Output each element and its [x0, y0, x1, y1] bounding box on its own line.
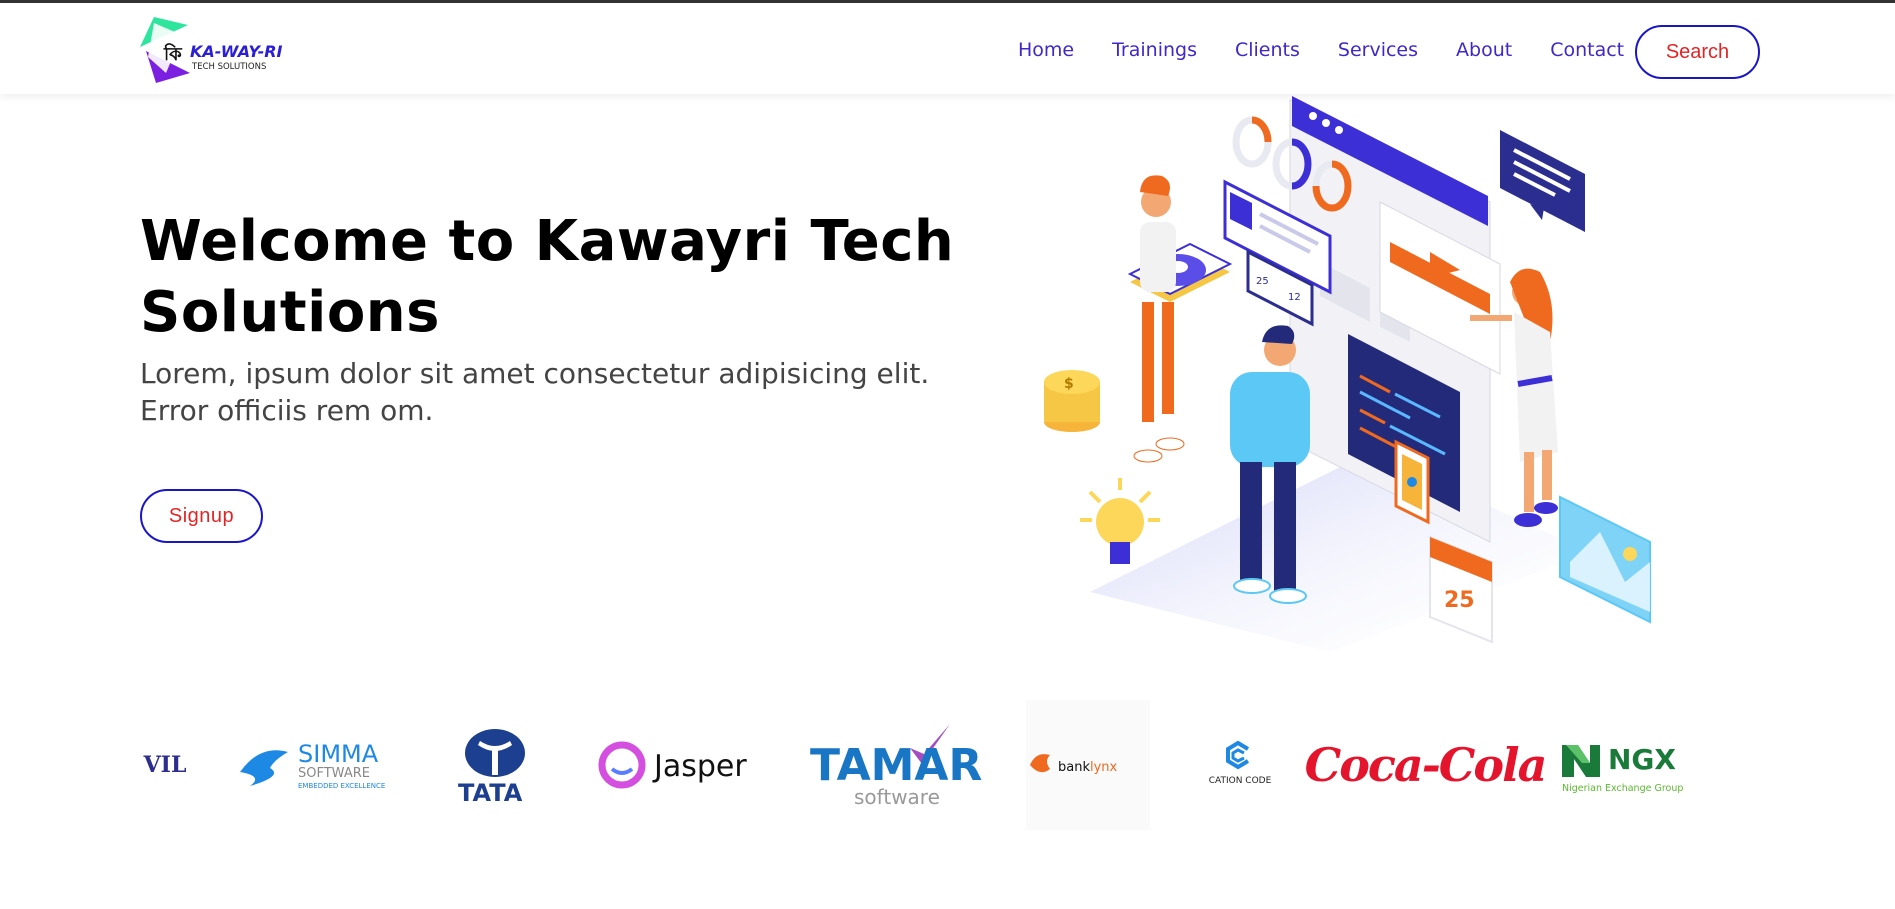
nav-trainings[interactable]: Trainings [1112, 39, 1197, 61]
lightbulb-icon [1080, 478, 1160, 564]
svg-text:EMBEDDED EXCELLENCE: EMBEDDED EXCELLENCE [298, 782, 385, 790]
main-nav: Home Trainings Clients Services About Co… [1018, 39, 1662, 61]
chat-bubble-icon [1500, 130, 1585, 232]
svg-text:SOFTWARE: SOFTWARE [298, 766, 370, 781]
search-button[interactable]: Search [1635, 25, 1760, 79]
cationcode-logo-icon: CATION CODE [1209, 740, 1272, 786]
nav-about[interactable]: About [1456, 39, 1512, 61]
hero-subtitle: Lorem, ipsum dolor sit amet consectetur … [140, 357, 930, 427]
ngx-logo-icon: NGX Nigerian Exchange Group [1562, 743, 1683, 794]
nav-contact[interactable]: Contact [1550, 39, 1624, 61]
svg-text:software: software [854, 785, 940, 809]
client-logo-banklynx[interactable]: banklynx [1026, 700, 1150, 830]
phone-icon [1394, 439, 1430, 525]
nav-clients[interactable]: Clients [1235, 39, 1300, 61]
client-logo-partial[interactable]: VIL [140, 700, 190, 830]
person-left [1133, 175, 1185, 463]
navbar: কি KA-WAY-RI TECH SOLUTIONS Home Trainin… [0, 3, 1895, 94]
client-logo-tata[interactable]: TATA [450, 700, 540, 830]
client-logos: VIL SIMMA SOFTWARE EMBEDDED EXCELLENCE T… [140, 700, 1760, 830]
signup-button[interactable]: Signup [140, 489, 263, 543]
svg-text:TATA: TATA [458, 779, 523, 805]
svg-text:NGX: NGX [1608, 743, 1676, 776]
client-logo-tamar[interactable]: TAMAR software [810, 700, 1010, 830]
tata-logo-icon: TATA [458, 729, 525, 805]
logo-icon: কি KA-WAY-RI TECH SOLUTIONS [140, 17, 283, 83]
nav-services[interactable]: Services [1338, 39, 1418, 61]
svg-text:TECH SOLUTIONS: TECH SOLUTIONS [191, 62, 266, 72]
client-logo-cationcode[interactable]: CATION CODE [1190, 700, 1290, 830]
simma-logo-icon: SIMMA SOFTWARE EMBEDDED EXCELLENCE [240, 740, 385, 790]
svg-text:কি: কি [163, 43, 183, 65]
jasper-logo-icon: Jasper [598, 741, 747, 789]
client-logo-jasper[interactable]: Jasper [596, 700, 782, 830]
svg-text:CATION CODE: CATION CODE [1209, 776, 1272, 786]
coin-symbol: $ [1064, 376, 1074, 392]
client-logo-simma[interactable]: SIMMA SOFTWARE EMBEDDED EXCELLENCE [230, 700, 410, 830]
hero-illustration: 25 12 $ 25 [1044, 96, 1651, 652]
comments-count: 12 [1288, 292, 1301, 303]
coins-icon: $ [1044, 370, 1100, 432]
banklynx-logo-icon: banklynx [1030, 754, 1118, 775]
brand-logo[interactable]: কি KA-WAY-RI TECH SOLUTIONS [140, 17, 300, 85]
client-logo-ngx[interactable]: NGX Nigerian Exchange Group [1560, 700, 1700, 830]
svg-text:Nigerian Exchange Group: Nigerian Exchange Group [1562, 783, 1683, 794]
likes-count: 25 [1256, 276, 1269, 287]
nav-home[interactable]: Home [1018, 39, 1074, 61]
svg-text:TAMAR: TAMAR [810, 740, 982, 791]
svg-text:banklynx: banklynx [1058, 760, 1118, 775]
client-logo-cocacola[interactable]: Coca-Cola [1305, 700, 1548, 830]
floor-shadow [1090, 452, 1590, 652]
svg-text:Jasper: Jasper [652, 749, 747, 784]
svg-text:KA-WAY-RI: KA-WAY-RI [190, 42, 283, 61]
svg-text:SIMMA: SIMMA [298, 740, 379, 768]
hero-title: Welcome to Kawayri Tech Solutions [140, 209, 955, 345]
image-card-icon [1559, 495, 1651, 624]
calendar-day: 25 [1444, 588, 1475, 613]
tamar-logo-icon: TAMAR software [810, 724, 982, 809]
